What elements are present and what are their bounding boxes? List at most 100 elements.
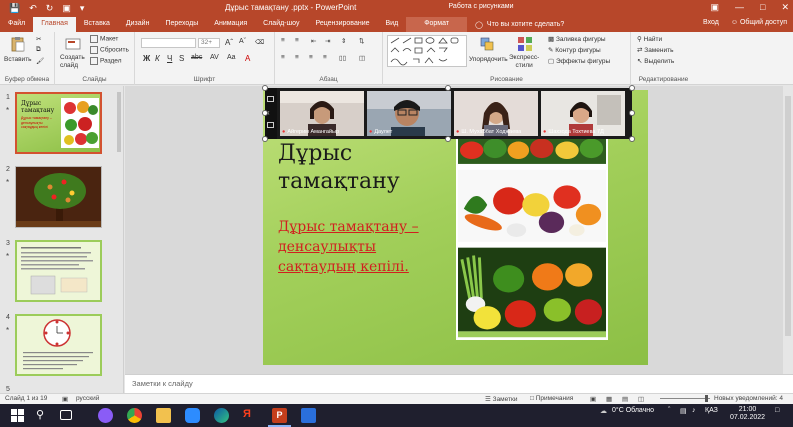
bullets-icon[interactable]: ≡ bbox=[281, 37, 285, 44]
decrease-indent-icon[interactable]: ⇤ bbox=[311, 37, 316, 45]
scrollbar-thumb[interactable] bbox=[785, 96, 791, 336]
font-size-field[interactable]: 32+ bbox=[198, 38, 220, 48]
weather-icon[interactable]: ☁ bbox=[600, 407, 607, 415]
edge-icon[interactable] bbox=[214, 408, 229, 423]
layout-button[interactable]: Макет bbox=[90, 35, 118, 43]
resize-handle[interactable] bbox=[262, 85, 268, 91]
tab-home[interactable]: Главная bbox=[33, 17, 76, 32]
comments-toggle[interactable]: □ Примечания bbox=[530, 395, 573, 402]
editor-scrollbar[interactable] bbox=[783, 86, 793, 374]
align-center-icon[interactable]: ≡ bbox=[295, 54, 299, 61]
resize-handle[interactable] bbox=[445, 85, 451, 91]
thumbnail-slide-4[interactable] bbox=[15, 314, 102, 376]
grow-font-icon[interactable]: Aˆ bbox=[225, 38, 233, 47]
align-right-icon[interactable]: ≡ bbox=[309, 54, 313, 61]
tab-slideshow[interactable]: Слайд-шоу bbox=[255, 17, 307, 32]
shrink-font-icon[interactable]: Aˇ bbox=[239, 38, 246, 45]
maximize-icon[interactable]: □ bbox=[760, 2, 765, 13]
justify-icon[interactable]: ≡ bbox=[323, 54, 327, 61]
increase-indent-icon[interactable]: ⇥ bbox=[325, 37, 330, 45]
new-slide-icon[interactable] bbox=[65, 36, 81, 52]
pin-view-icon[interactable] bbox=[267, 122, 274, 128]
ribbon-options-icon[interactable]: ▣ bbox=[711, 2, 720, 13]
tab-file[interactable]: Файл bbox=[0, 17, 33, 32]
shapes-gallery[interactable] bbox=[387, 35, 467, 67]
grid-view-icon[interactable] bbox=[267, 96, 274, 102]
notifications-icon[interactable]: □ bbox=[775, 407, 779, 414]
new-slide-button[interactable]: Создать слайд bbox=[60, 54, 85, 70]
volume-icon[interactable]: ♪ bbox=[692, 407, 696, 414]
tray-chevron-icon[interactable]: ˆ bbox=[668, 407, 670, 414]
thumbnails-scrollbar[interactable] bbox=[115, 86, 123, 393]
paste-button[interactable]: Вставить bbox=[4, 56, 32, 63]
normal-view-icon[interactable]: ▣ bbox=[590, 395, 596, 403]
tab-review[interactable]: Рецензирование bbox=[307, 17, 377, 32]
weather-text[interactable]: 0°C Облачно bbox=[612, 407, 654, 414]
yandex-browser-icon[interactable]: Я bbox=[243, 408, 258, 423]
file-explorer-icon[interactable] bbox=[156, 408, 171, 423]
resize-handle[interactable] bbox=[445, 136, 451, 142]
shape-outline-button[interactable]: ✎ Контур фигуры bbox=[548, 46, 601, 54]
shape-effects-button[interactable]: ▢ Эффекты фигуры bbox=[548, 57, 610, 65]
arrange-button[interactable]: Упорядочить bbox=[469, 56, 508, 63]
italic-icon[interactable]: К bbox=[155, 54, 160, 63]
font-color-icon[interactable]: A bbox=[245, 54, 250, 63]
spellcheck-icon[interactable]: ▣ bbox=[62, 395, 68, 403]
video-tile[interactable]: ● Ш. Мухаббат Ходжаева bbox=[454, 91, 538, 136]
select-button[interactable]: ↖ Выделить bbox=[637, 57, 674, 65]
task-view-icon[interactable] bbox=[60, 410, 72, 420]
resize-handle[interactable] bbox=[629, 110, 635, 116]
notifications-text[interactable]: Новых уведомлений: 4 bbox=[714, 395, 783, 402]
save-icon[interactable]: 💾 bbox=[9, 3, 20, 14]
resize-handle[interactable] bbox=[629, 136, 635, 142]
slide-subtitle[interactable]: Дұрыс тамақтану – денсаулықты сақтаудың … bbox=[278, 217, 448, 277]
smartart-icon[interactable]: ◫ bbox=[359, 54, 365, 62]
tell-me-box[interactable]: ◯ Что вы хотите сделать? bbox=[475, 21, 564, 32]
thumbnail-slide-1[interactable]: Дұрыс тамақтану Дұрыс тамақтану – денсау… bbox=[15, 92, 102, 154]
bold-icon[interactable]: Ж bbox=[143, 54, 150, 63]
line-spacing-icon[interactable]: ⇕ bbox=[341, 37, 346, 45]
sorter-view-icon[interactable]: ▦ bbox=[606, 395, 612, 403]
shadow-icon[interactable]: S bbox=[179, 54, 184, 63]
arrange-icon[interactable] bbox=[479, 36, 495, 52]
customize-icon[interactable]: ▾ bbox=[80, 3, 85, 14]
text-direction-icon[interactable]: ⇅ bbox=[359, 37, 364, 45]
format-painter-icon[interactable]: 🖌 bbox=[36, 57, 44, 65]
clock[interactable]: 21:00 07.02.2022 bbox=[730, 406, 765, 422]
chrome-icon[interactable] bbox=[127, 408, 142, 423]
columns-icon[interactable]: ▯▯ bbox=[339, 54, 346, 62]
quick-styles-button[interactable]: Экспресс- стили bbox=[509, 54, 539, 70]
find-button[interactable]: ⚲ Найти bbox=[637, 35, 662, 43]
reading-view-icon[interactable]: ▤ bbox=[622, 395, 628, 403]
underline-icon[interactable]: Ч bbox=[167, 54, 172, 63]
close-icon[interactable]: ✕ bbox=[781, 2, 789, 13]
resize-handle[interactable] bbox=[629, 85, 635, 91]
resize-handle[interactable] bbox=[262, 110, 268, 116]
zoom-slider-thumb[interactable] bbox=[705, 395, 708, 402]
numbering-icon[interactable]: ≡ bbox=[295, 37, 299, 44]
vegetables-image[interactable] bbox=[456, 130, 608, 340]
replace-button[interactable]: ⇄ Заменить bbox=[637, 46, 673, 54]
shape-fill-button[interactable]: ▩ Заливка фигуры bbox=[548, 35, 606, 43]
present-icon[interactable]: ▣ bbox=[62, 3, 71, 14]
notes-toggle[interactable]: ☰ Заметки bbox=[485, 395, 518, 403]
clear-format-icon[interactable]: ⌫ bbox=[255, 38, 264, 46]
input-language[interactable]: ҚАЗ bbox=[705, 407, 718, 414]
tab-format[interactable]: Формат bbox=[406, 17, 468, 32]
slideshow-view-icon[interactable]: ◫ bbox=[638, 395, 644, 403]
zoom-app-icon[interactable] bbox=[185, 408, 200, 423]
section-button[interactable]: Раздел bbox=[90, 57, 121, 65]
window-app-icon[interactable] bbox=[301, 408, 316, 423]
copy-icon[interactable]: ⧉ bbox=[36, 46, 41, 54]
font-name-field[interactable] bbox=[141, 38, 196, 48]
cut-icon[interactable]: ✂ bbox=[36, 35, 41, 43]
windows-start-icon[interactable] bbox=[10, 408, 25, 423]
scrollbar-thumb[interactable] bbox=[117, 92, 121, 152]
notes-pane[interactable]: Заметки к слайду bbox=[125, 374, 793, 393]
tab-design[interactable]: Дизайн bbox=[118, 17, 158, 32]
video-tile[interactable]: ● Шахзода Тохтиева 7Д bbox=[541, 91, 625, 136]
thumbnail-slide-3[interactable] bbox=[15, 240, 102, 302]
strikethrough-icon[interactable]: abc bbox=[191, 54, 202, 61]
search-icon[interactable]: ⚲ bbox=[36, 408, 51, 423]
video-tile[interactable]: ● Айгерим Амангайыр bbox=[280, 91, 364, 136]
